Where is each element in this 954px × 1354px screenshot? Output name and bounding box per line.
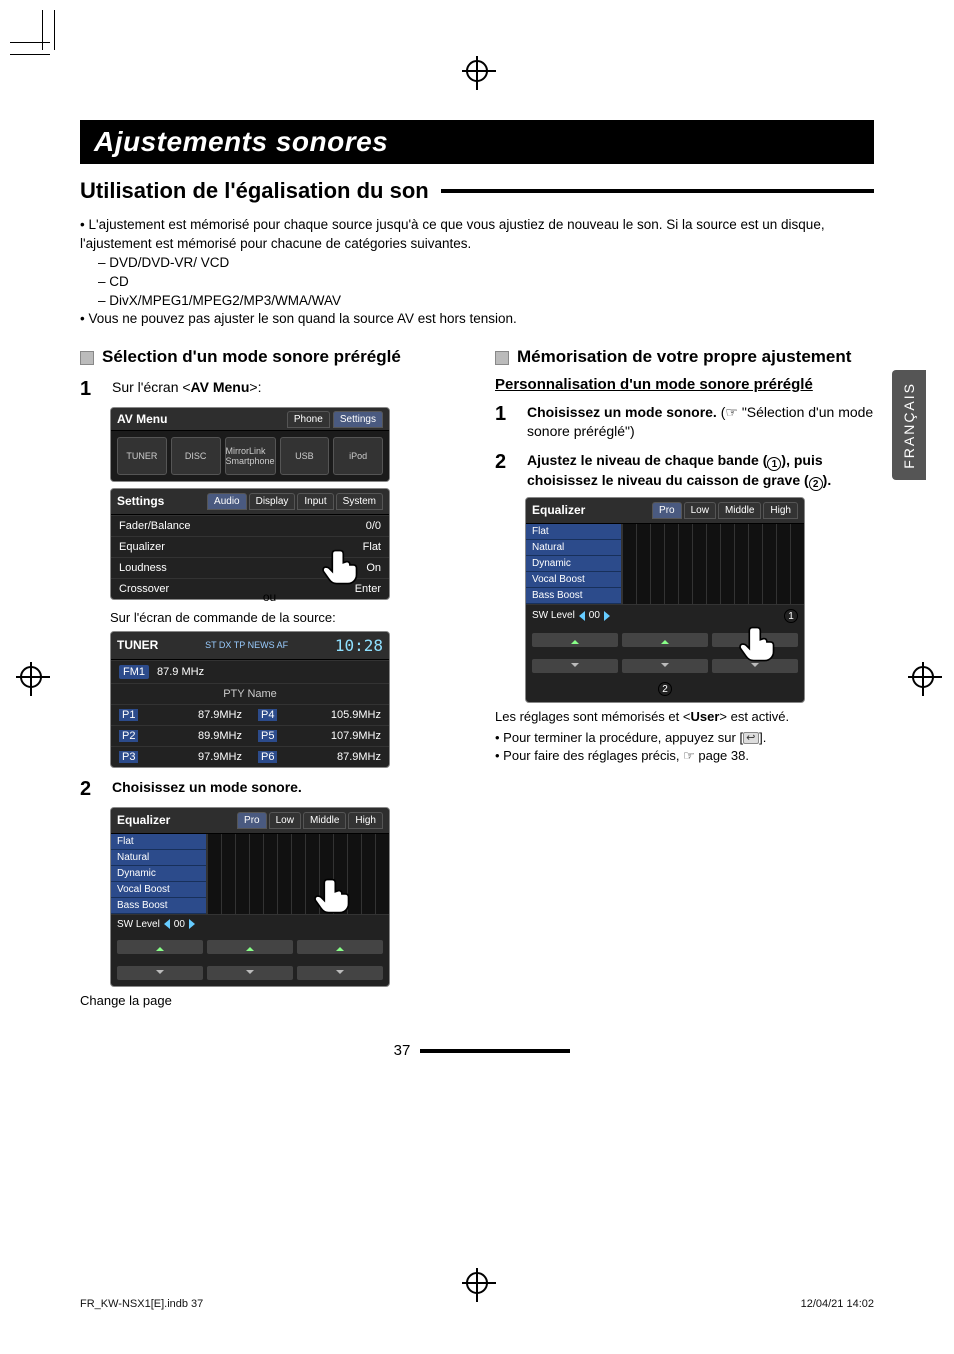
memo-paragraph: Les réglages sont mémorisés et <User> es… xyxy=(495,709,874,724)
eq-graph xyxy=(206,834,389,914)
screenshot-avmenu: AV Menu Phone Settings TUNER DISC Mirror… xyxy=(110,407,390,482)
change-page-caption: Change la page xyxy=(80,993,459,1008)
avmenu-tile: DISC xyxy=(171,437,221,475)
right-step-2: 2 Ajustez le niveau de chaque bande (1),… xyxy=(495,451,874,491)
down-arrow-icon xyxy=(532,659,618,673)
settings-tab: System xyxy=(336,493,383,510)
page-rule xyxy=(420,1049,570,1053)
settings-tab: Input xyxy=(297,493,333,510)
registration-mark-left xyxy=(20,666,42,688)
settings-tab: Display xyxy=(249,493,296,510)
intro-bullet: Vous ne pouvez pas ajuster le son quand … xyxy=(80,310,874,329)
intro-sub: DVD/DVD-VR/ VCD xyxy=(98,254,874,273)
page-number-area: 37 xyxy=(80,1042,874,1060)
down-arrow-icon xyxy=(622,659,708,673)
crop-mark xyxy=(54,10,55,50)
up-arrow-icon xyxy=(207,940,293,954)
eq-title: Equalizer xyxy=(532,503,585,517)
step-2: 2 Choisissez un mode sonore. xyxy=(80,778,459,801)
step-1: 1 Sur l'écran <AV Menu>: xyxy=(80,378,459,401)
crop-mark xyxy=(10,54,50,55)
eq-title: Equalizer xyxy=(117,813,170,827)
crop-mark xyxy=(42,10,43,50)
down-arrow-icon xyxy=(117,966,203,980)
step-number: 2 xyxy=(80,778,102,801)
avmenu-tile: USB xyxy=(280,437,330,475)
page-title-bar: Ajustements sonores xyxy=(80,120,874,164)
avmenu-tile: iPod xyxy=(333,437,383,475)
down-arrow-icon xyxy=(297,966,383,980)
crop-mark xyxy=(10,42,50,43)
right-arrow-icon xyxy=(604,611,610,621)
settings-title: Settings xyxy=(117,494,164,508)
up-arrow-icon xyxy=(117,940,203,954)
language-tab-label: FRANÇAIS xyxy=(901,382,917,469)
circled-2-icon: 2 xyxy=(809,477,823,491)
tuner-title: TUNER xyxy=(117,638,158,652)
hand-pointer-icon xyxy=(735,621,779,665)
note-item: Pour faire des réglages précis, ☞ page 3… xyxy=(495,748,874,764)
intro-list: L'ajustement est mémorisé pour chaque so… xyxy=(80,216,874,329)
section-heading: Utilisation de l'égalisation du son xyxy=(80,178,874,204)
page-number: 37 xyxy=(394,1042,411,1059)
intro-sub: DivX/MPEG1/MPEG2/MP3/WMA/WAV xyxy=(98,292,874,311)
eq-graph xyxy=(621,524,804,604)
settings-tab: Audio xyxy=(207,493,247,510)
right-underline-heading: Personnalisation d'un mode sonore prérég… xyxy=(495,376,874,393)
square-bullet-icon xyxy=(495,351,509,365)
tuner-clock: 10:28 xyxy=(335,636,383,655)
source-screen-caption: Sur l'écran de commande de la source: xyxy=(110,610,459,625)
step-number: 1 xyxy=(80,378,102,401)
callout-1-icon: 1 xyxy=(784,609,798,623)
avmenu-title: AV Menu xyxy=(117,412,167,426)
callout-2-icon: 2 xyxy=(658,682,672,696)
screenshot-equalizer-right: Equalizer Pro Low Middle High Flat Natur… xyxy=(525,497,805,703)
left-arrow-icon xyxy=(579,611,585,621)
avmenu-tile: MirrorLink Smartphone xyxy=(225,437,276,475)
registration-mark-right xyxy=(912,666,934,688)
avmenu-settings: Settings xyxy=(333,411,383,428)
note-item: Pour terminer la procédure, appuyez sur … xyxy=(495,730,874,745)
intro-sub: CD xyxy=(98,273,874,292)
up-arrow-icon xyxy=(532,633,618,647)
language-tab: FRANÇAIS xyxy=(892,370,926,480)
avmenu-phone: Phone xyxy=(287,411,330,428)
right-subhead: Mémorisation de votre propre ajustement xyxy=(495,347,874,367)
hand-pointer-icon xyxy=(310,873,354,917)
right-arrow-icon xyxy=(189,919,195,929)
return-icon xyxy=(743,732,759,744)
avmenu-tile: TUNER xyxy=(117,437,167,475)
section-rule xyxy=(441,189,874,193)
square-bullet-icon xyxy=(80,351,94,365)
right-step-1: 1 Choisissez un mode sonore. (☞ "Sélecti… xyxy=(495,403,874,441)
left-arrow-icon xyxy=(164,919,170,929)
up-arrow-icon xyxy=(622,633,708,647)
circled-1-icon: 1 xyxy=(767,457,781,471)
step-number: 2 xyxy=(495,451,517,491)
left-subhead: Sélection d'un mode sonore préréglé xyxy=(80,347,459,367)
footer-left: FR_KW-NSX1[E].indb 37 xyxy=(80,1298,203,1310)
screenshot-tuner: TUNER ST DX TP NEWS AF 10:28 FM1 87.9 MH… xyxy=(110,631,390,768)
intro-bullet: L'ajustement est mémorisé pour chaque so… xyxy=(80,216,874,310)
up-arrow-icon xyxy=(297,940,383,954)
page-title: Ajustements sonores xyxy=(94,126,860,158)
registration-mark-top xyxy=(466,60,488,82)
footer-right: 12/04/21 14:02 xyxy=(801,1298,874,1310)
registration-mark-bottom xyxy=(466,1272,488,1294)
notes-list: Pour terminer la procédure, appuyez sur … xyxy=(495,730,874,764)
step-number: 1 xyxy=(495,403,517,441)
down-arrow-icon xyxy=(207,966,293,980)
hand-pointer-icon xyxy=(318,544,362,588)
